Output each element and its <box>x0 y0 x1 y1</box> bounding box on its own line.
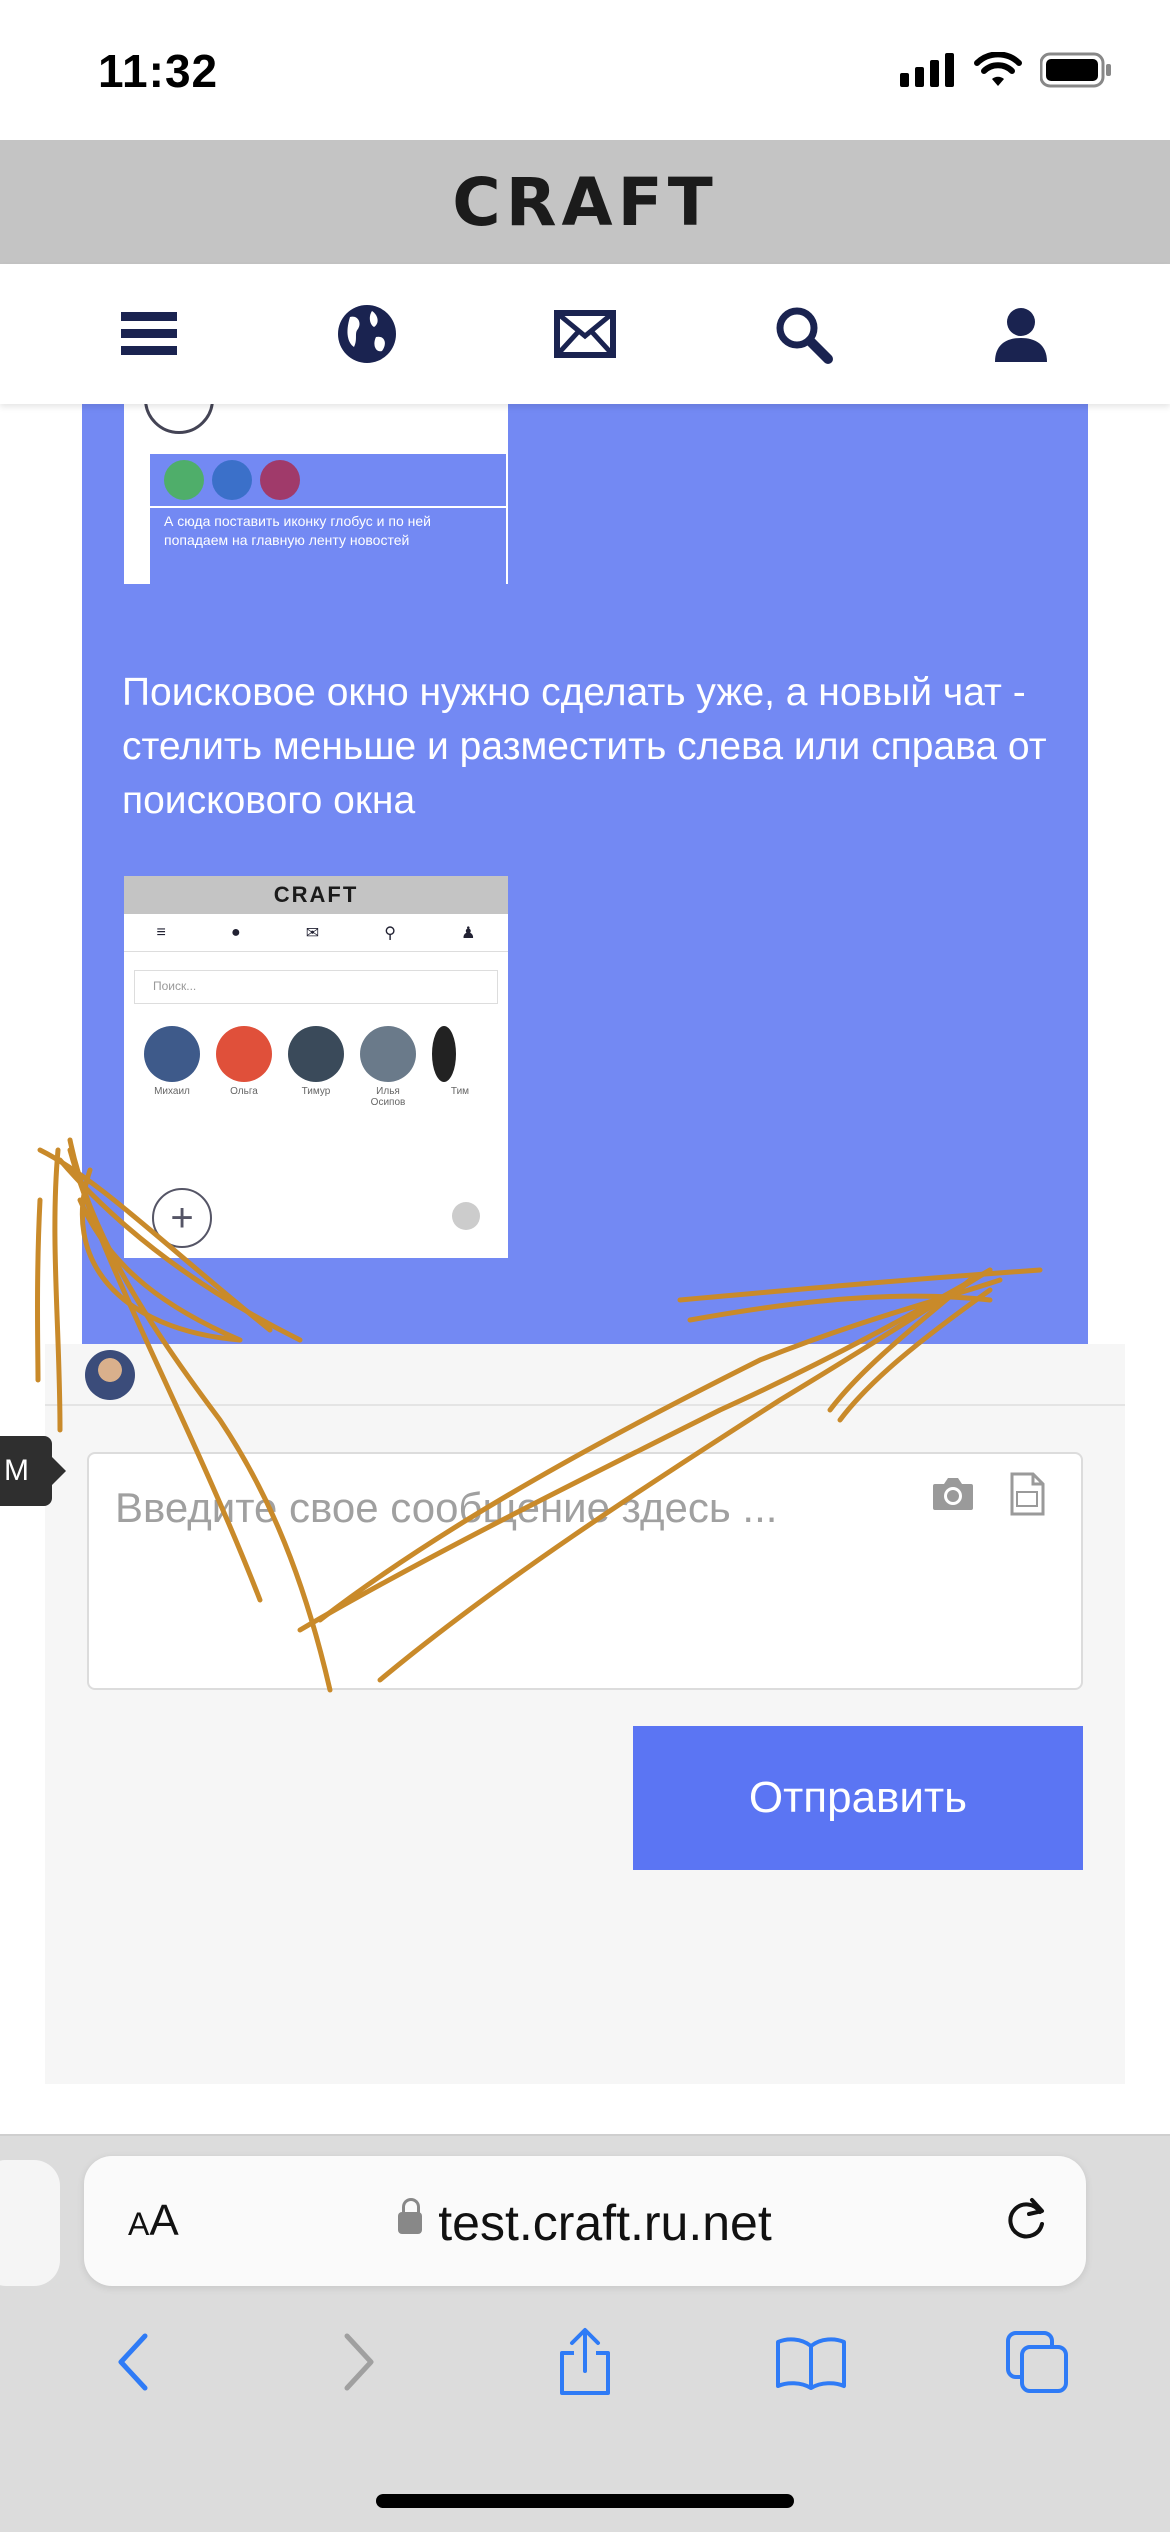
wifi-icon <box>974 52 1022 86</box>
browser-toolbar <box>0 2302 1170 2422</box>
tabs-button[interactable] <box>987 2312 1087 2412</box>
chevron-right-icon <box>344 2333 374 2391</box>
nav-menu[interactable] <box>109 294 189 374</box>
lock-icon <box>398 2197 423 2234</box>
share-button[interactable] <box>535 2312 635 2412</box>
address-bar[interactable]: AA test.craft.ru.net <box>84 2156 1086 2286</box>
forward-button[interactable] <box>309 2312 409 2412</box>
previous-tab[interactable] <box>0 2160 60 2286</box>
nav-search[interactable] <box>763 294 843 374</box>
divider <box>0 2134 1170 2136</box>
camera-icon[interactable] <box>931 1476 975 1512</box>
nav-profile[interactable] <box>981 294 1061 374</box>
user-icon <box>995 308 1047 362</box>
thumbnail-card: А сюда поставить иконку глобус и по ней … <box>150 454 506 584</box>
bookmarks-button[interactable] <box>761 2312 861 2412</box>
user-icon: ♟ <box>461 924 476 942</box>
globe-icon: ● <box>230 923 241 941</box>
screenshot-thumbnail[interactable]: CRAFT ≡ ● ✉ ⚲ ♟ Поиск... Михаил Ольга Ти… <box>124 876 508 1258</box>
send-button[interactable]: Отправить <box>633 1726 1083 1870</box>
plus-circle-icon: + <box>152 1188 212 1248</box>
battery-icon <box>1040 52 1111 88</box>
search-icon <box>776 307 833 364</box>
status-time: 11:32 <box>98 45 219 97</box>
mail-icon <box>554 310 616 358</box>
search-icon: ⚲ <box>384 924 396 942</box>
globe-icon <box>338 305 396 363</box>
contact-item: Тим <box>432 1026 488 1108</box>
text-message: Поисковое окно нужно сделать уже, а новы… <box>82 634 1088 826</box>
thumbnail-header: CRAFT <box>124 876 508 914</box>
tabs-icon <box>1006 2331 1068 2393</box>
reload-icon[interactable] <box>1002 2194 1050 2244</box>
contact-item: Ольга <box>216 1026 272 1108</box>
site-header: CRAFT <box>0 140 1170 264</box>
site-logo[interactable]: CRAFT <box>452 164 717 241</box>
back-button[interactable] <box>83 2312 183 2412</box>
chevron-left-icon <box>118 2333 148 2391</box>
message-composer: Введите свое сообщение здесь ... Отправи… <box>45 1344 1125 2084</box>
thumbnail-search: Поиск... <box>134 970 498 1004</box>
mail-icon: ✉ <box>305 924 320 942</box>
url-text[interactable]: test.craft.ru.net <box>84 2194 1086 2252</box>
thumbnail-nav: ≡ ● ✉ ⚲ ♟ <box>124 914 508 952</box>
plus-circle-icon <box>144 404 214 434</box>
book-icon <box>776 2337 846 2390</box>
file-icon[interactable] <box>1009 1472 1045 1516</box>
nav-mail[interactable] <box>545 294 625 374</box>
side-tab[interactable]: M <box>0 1436 66 1506</box>
contact-item: Тимур <box>288 1026 344 1108</box>
status-icons <box>900 52 1112 88</box>
contact-item: Михаил <box>144 1026 200 1108</box>
avatar <box>85 1350 135 1400</box>
browser-chrome: AA test.craft.ru.net <box>0 2134 1170 2532</box>
menu-icon: ≡ <box>156 923 166 941</box>
thumbnail-caption: А сюда поставить иконку глобус и по ней … <box>150 506 506 554</box>
nav-globe[interactable] <box>327 294 407 374</box>
cellular-signal-icon <box>900 53 954 87</box>
thumbnail-avatars <box>150 454 506 506</box>
contact-item: Илья Осипов <box>360 1026 416 1108</box>
screenshot-thumbnail[interactable]: А сюда поставить иконку глобус и по ней … <box>124 404 508 584</box>
status-bar: 11:32 <box>0 0 1170 140</box>
share-icon <box>560 2328 610 2395</box>
home-indicator <box>376 2494 794 2508</box>
thumbnail-contacts: Михаил Ольга Тимур Илья Осипов Тим <box>124 1004 508 1108</box>
top-nav <box>0 264 1170 404</box>
gear-icon <box>452 1202 480 1230</box>
menu-icon <box>121 312 177 355</box>
input-actions <box>931 1472 1045 1516</box>
composer-header <box>45 1344 1125 1406</box>
